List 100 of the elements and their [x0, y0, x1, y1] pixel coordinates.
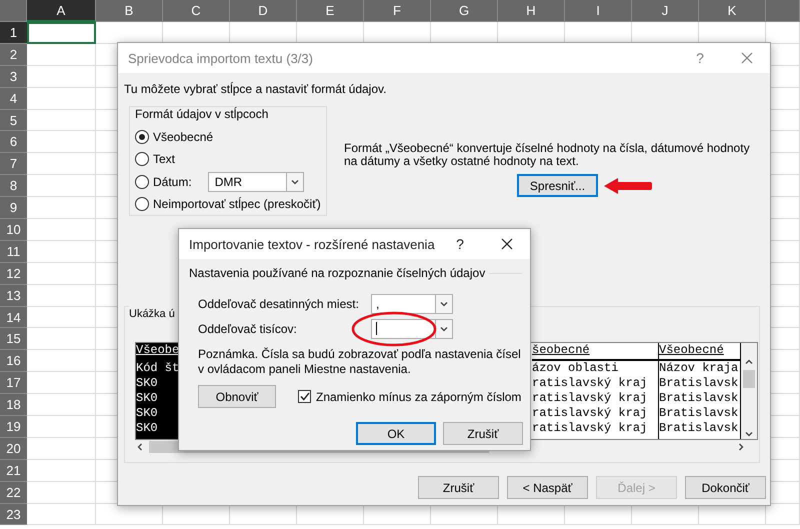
row-header[interactable]: 19	[0, 416, 27, 438]
spreadsheet-cell[interactable]	[27, 66, 96, 88]
spreadsheet-cell[interactable]	[27, 482, 96, 504]
row-header[interactable]: 8	[0, 175, 27, 198]
checkbox-label[interactable]: Znamienko mínus za záporným číslom	[316, 390, 522, 404]
row-header[interactable]: 20	[0, 438, 27, 460]
row-header[interactable]: 13	[0, 284, 27, 307]
spreadsheet-cell[interactable]	[27, 219, 96, 241]
spreadsheet-cell[interactable]	[27, 262, 96, 285]
row-header[interactable]: 4	[0, 88, 27, 110]
row-header[interactable]: 1	[0, 22, 27, 44]
column-header[interactable]: F	[364, 0, 431, 22]
spreadsheet-cell[interactable]	[27, 88, 96, 110]
spreadsheet-cell[interactable]	[27, 460, 96, 482]
spreadsheet-cell[interactable]	[27, 197, 96, 220]
row-header[interactable]: 23	[0, 504, 27, 526]
row-header[interactable]: 21	[0, 460, 27, 482]
radio-button[interactable]	[135, 174, 149, 189]
preview-cell-text: ratislavský kraj	[532, 376, 648, 391]
preview-cell-text: Názov kraja	[659, 361, 740, 376]
field-label: Oddeľovač desatinných miest:	[198, 296, 360, 310]
column-header[interactable]: A	[27, 0, 96, 22]
spreadsheet-cell[interactable]	[27, 372, 96, 394]
checkbox[interactable]	[298, 390, 311, 403]
spreadsheet-cell[interactable]	[27, 438, 96, 460]
preview-column[interactable]: šeobecné ázov oblasti ratislavský kraj ratislavský kraj ratislavský kraj ratislavský kraj	[532, 343, 659, 439]
dialog-button[interactable]: OK	[356, 422, 436, 445]
row-header[interactable]: 15	[0, 328, 27, 350]
row-header[interactable]: 16	[0, 350, 27, 372]
format-description: Formát „Všeobecné“ konvertuje číselné hodnoty na čísla, dátumové hodnoty na dátumy a všetky ostatné hodnoty na text.	[344, 142, 751, 168]
group-title: Nastavenia používané na rozpoznanie číselných údajov	[189, 266, 486, 280]
pointer-arrow-icon	[604, 178, 652, 194]
column-header[interactable]	[766, 0, 800, 22]
help-button[interactable]: ?	[440, 230, 480, 258]
row-header[interactable]: 6	[0, 131, 27, 154]
column-header[interactable]: H	[498, 0, 565, 22]
spreadsheet-cell[interactable]	[27, 394, 96, 416]
column-header[interactable]: D	[230, 0, 297, 22]
close-icon	[501, 238, 513, 250]
spreadsheet-cell[interactable]	[27, 284, 96, 307]
row-header[interactable]: 2	[0, 44, 27, 66]
scrollbar-thumb[interactable]	[743, 370, 755, 388]
row-header[interactable]: 5	[0, 110, 27, 132]
spreadsheet-cell[interactable]	[27, 240, 96, 263]
row-header[interactable]: 3	[0, 66, 27, 88]
option-label[interactable]: Dátum:	[153, 174, 192, 189]
column-header[interactable]: K	[699, 0, 766, 22]
radio-button[interactable]	[135, 130, 149, 144]
radio-button[interactable]	[135, 152, 149, 166]
help-button[interactable]: ?	[680, 44, 720, 72]
field-label: Oddeľovač tisícov:	[198, 322, 298, 336]
option-label[interactable]: Všeobecné	[153, 130, 214, 144]
row-header[interactable]: 7	[0, 153, 27, 176]
row-header[interactable]: 10	[0, 219, 27, 241]
column-header[interactable]: I	[565, 0, 632, 22]
dialog-button[interactable]: Zrušiť	[418, 476, 499, 499]
separator-field[interactable]: ,	[371, 294, 453, 314]
row-header[interactable]: 14	[0, 306, 27, 328]
preview-cell-text: Bratislavsk	[659, 376, 740, 391]
row-header[interactable]: 17	[0, 372, 27, 394]
dialog-title: Importovanie textov - rozšírené nastavenia	[189, 236, 436, 252]
separator-field[interactable]	[371, 318, 453, 338]
spreadsheet-cell[interactable]	[27, 110, 96, 132]
spreadsheet-cell[interactable]	[27, 504, 96, 526]
column-header[interactable]: J	[632, 0, 699, 22]
spreadsheet-cell[interactable]	[27, 306, 96, 328]
vertical-scrollbar[interactable]	[741, 343, 757, 439]
preview-cell: Kód št	[136, 361, 180, 376]
select-all-corner[interactable]	[0, 0, 27, 22]
column-header[interactable]: B	[96, 0, 163, 22]
active-cell[interactable]	[27, 22, 96, 44]
spreadsheet-cell[interactable]	[27, 416, 96, 438]
row-header[interactable]: 9	[0, 197, 27, 220]
date-format-dropdown[interactable]: DMR	[208, 172, 304, 192]
text-cursor	[376, 322, 377, 335]
spreadsheet-cell[interactable]	[27, 153, 96, 176]
column-header[interactable]: E	[297, 0, 364, 22]
column-header[interactable]: G	[431, 0, 498, 22]
radio-button[interactable]	[135, 196, 149, 211]
group-title: Formát údajov v stĺpcoch	[135, 106, 270, 122]
advanced-button[interactable]: Spresniť...	[517, 174, 598, 197]
column-header[interactable]: C	[163, 0, 230, 22]
row-header[interactable]: 11	[0, 240, 27, 263]
spreadsheet-cell[interactable]	[27, 328, 96, 350]
reset-button[interactable]: Obnoviť	[198, 385, 276, 408]
spreadsheet-cell[interactable]	[27, 175, 96, 198]
row-header[interactable]: 22	[0, 482, 27, 504]
preview-column[interactable]: Všeobe Kód št SK0 SK0 SK0 SK0	[136, 343, 181, 439]
option-label[interactable]: Text	[153, 152, 176, 166]
preview-column[interactable]: Všeobecné Názov kraja Bratislavsk Bratislavsk Bratislavsk Bratislavsk	[659, 343, 741, 439]
close-icon	[741, 52, 753, 64]
row-header[interactable]: 12	[0, 262, 27, 285]
spreadsheet-cell[interactable]	[27, 131, 96, 154]
spreadsheet-cell[interactable]	[27, 350, 96, 372]
dialog-button[interactable]: Dokončiť	[685, 476, 766, 499]
row-header[interactable]: 18	[0, 394, 27, 416]
option-label[interactable]: Neimportovať stĺpec (preskočiť)	[153, 196, 321, 211]
spreadsheet-cell[interactable]	[27, 44, 96, 66]
dialog-button[interactable]: < Naspäť	[507, 476, 588, 499]
dialog-button[interactable]: Zrušiť	[443, 422, 523, 445]
